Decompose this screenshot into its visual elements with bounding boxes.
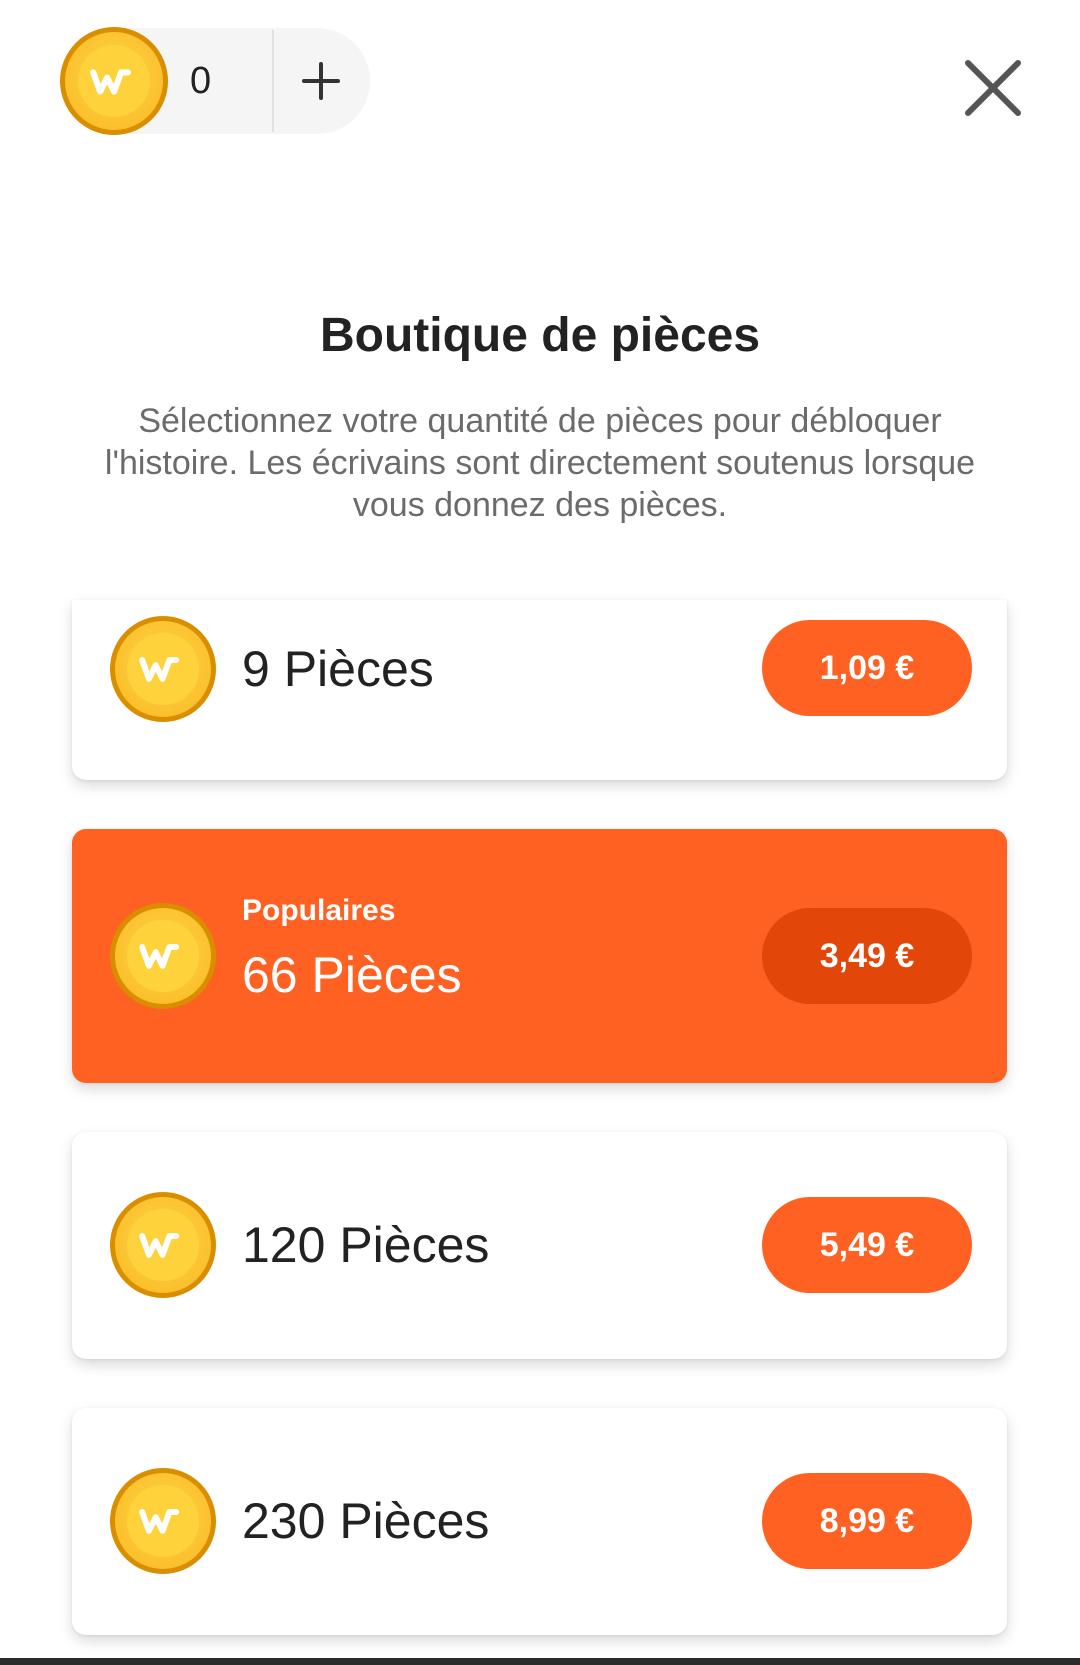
add-coins-button[interactable] [276,28,366,134]
page-description: Sélectionnez votre quantité de pièces po… [104,402,976,524]
close-button[interactable] [955,50,1031,126]
popular-badge: Populaires [242,894,396,927]
package-label: 66 Pièces [242,947,462,1003]
price-button[interactable]: 5,49 € [762,1197,972,1293]
wattpad-coin-icon [110,1192,216,1298]
wattpad-coin-icon [60,27,168,135]
page-title: Boutique de pièces [319,309,761,362]
bottom-edge-bar [0,1658,1080,1665]
package-label: 120 Pièces [242,1217,490,1273]
wattpad-coin-icon [110,1468,216,1574]
package-label: 9 Pièces [242,641,434,697]
wattpad-coin-icon [110,903,216,1009]
plus-icon [302,62,340,100]
price-button[interactable]: 1,09 € [762,620,972,716]
close-icon [965,60,1021,116]
wattpad-coin-icon [110,616,216,722]
price-button[interactable]: 3,49 € [762,908,972,1004]
price-button[interactable]: 8,99 € [762,1473,972,1569]
coin-package-card[interactable]: 9 Pièces 1,09 € [72,600,1007,780]
coin-package-card[interactable]: 230 Pièces 8,99 € [72,1408,1007,1635]
package-label: 230 Pièces [242,1493,490,1549]
coin-balance-pill: 0 [60,27,370,135]
coin-package-card-popular[interactable]: Populaires 66 Pièces 3,49 € [72,829,1007,1083]
pill-divider [272,30,274,132]
coin-package-card[interactable]: 120 Pièces 5,49 € [72,1132,1007,1359]
coin-balance-value: 0 [190,60,212,102]
